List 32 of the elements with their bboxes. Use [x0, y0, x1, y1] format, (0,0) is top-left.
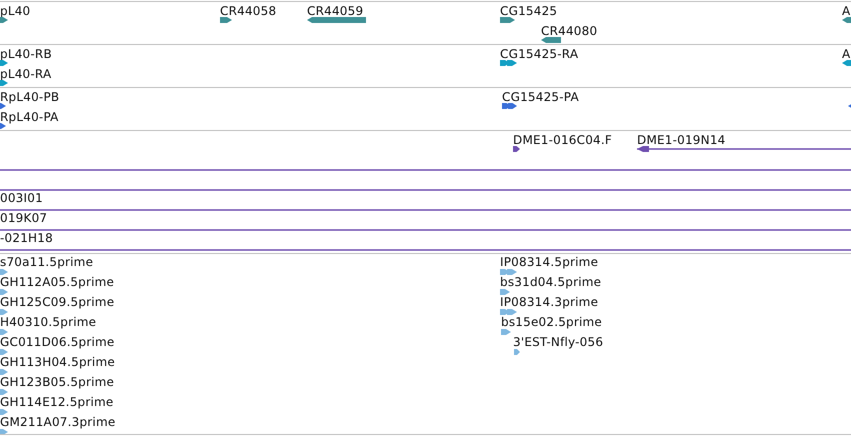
feature-label: GC011D06.5prime	[0, 335, 114, 349]
feature-label: CR44080	[541, 24, 598, 38]
feature-label: 3'EST-Nfly-056	[513, 335, 604, 349]
feature-label: IP08314.5prime	[500, 255, 598, 269]
feature-label: GH114E12.5prime	[0, 395, 114, 409]
feature-label: GH123B05.5prime	[0, 375, 114, 389]
feature-label: pL40-RB	[0, 47, 52, 61]
feature-label: A	[842, 47, 850, 61]
feature-label: H40310.5prime	[0, 315, 96, 329]
feature-label: GH112A05.5prime	[0, 275, 114, 289]
feature-label: CG15425-RA	[500, 47, 578, 61]
feature-label: RpL40-PB	[0, 90, 60, 104]
feature-label: CR44059	[307, 4, 364, 18]
feature-label: bs15e02.5prime	[501, 315, 602, 329]
feature-label: 003I01	[0, 191, 43, 205]
feature-label: 019K07	[0, 211, 48, 225]
feature-label: GH125C09.5prime	[0, 295, 114, 309]
feature-label: pL40-RA	[0, 67, 52, 81]
feature-label: CG15425	[500, 4, 558, 18]
feature-label: GM211A07.3prime	[0, 415, 116, 429]
feature-label: s70a11.5prime	[0, 255, 94, 269]
feature-label: CR44058	[220, 4, 276, 18]
feature-label: DME1-016C04.F	[513, 133, 612, 147]
feature-label: A	[842, 4, 850, 18]
feature-label: RpL40-PA	[0, 110, 59, 124]
feature-label: IP08314.3prime	[500, 295, 598, 309]
feature-label: DME1-019N14	[637, 133, 726, 147]
feature-label: bs31d04.5prime	[500, 275, 602, 289]
feature-label: GH113H04.5prime	[0, 355, 115, 369]
feature-label: -021H18	[0, 231, 53, 245]
feature-label: pL40	[0, 4, 30, 18]
feature-label: CG15425-PA	[502, 90, 579, 104]
